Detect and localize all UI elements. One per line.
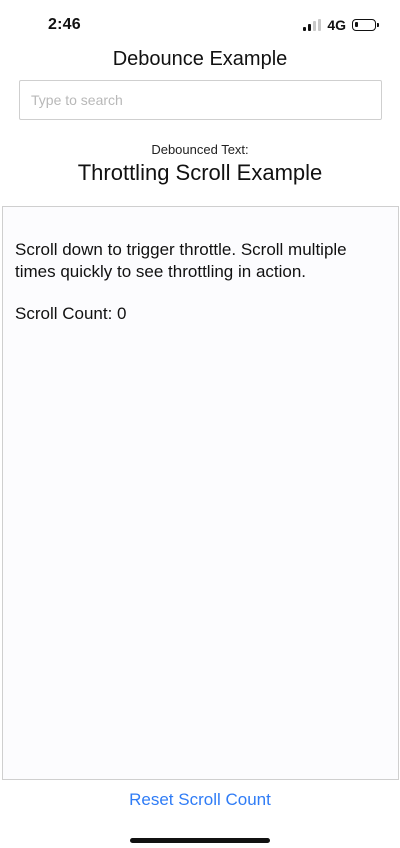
battery-level (355, 22, 358, 27)
status-time: 2:46 (48, 16, 81, 33)
status-indicators: 4G (303, 16, 379, 34)
page-title: Debounce Example (112, 48, 288, 70)
signal-strength-icon (303, 19, 322, 31)
search-input[interactable] (19, 80, 382, 120)
debounced-text-label: Debounced Text: (151, 142, 249, 157)
reset-scroll-count-button[interactable]: Reset Scroll Count (100, 786, 300, 814)
home-indicator (130, 838, 270, 843)
scroll-instructions: Scroll down to trigger throttle. Scroll … (15, 240, 347, 281)
battery-icon (352, 19, 379, 31)
status-bar: 2:46 4G (0, 0, 400, 54)
throttle-section-title: Throttling Scroll Example (77, 160, 323, 185)
scroll-count: Scroll Count: 0 (15, 304, 127, 323)
network-type: 4G (327, 17, 346, 33)
throttle-scroll-area[interactable]: Scroll down to trigger throttle. Scroll … (2, 206, 399, 780)
